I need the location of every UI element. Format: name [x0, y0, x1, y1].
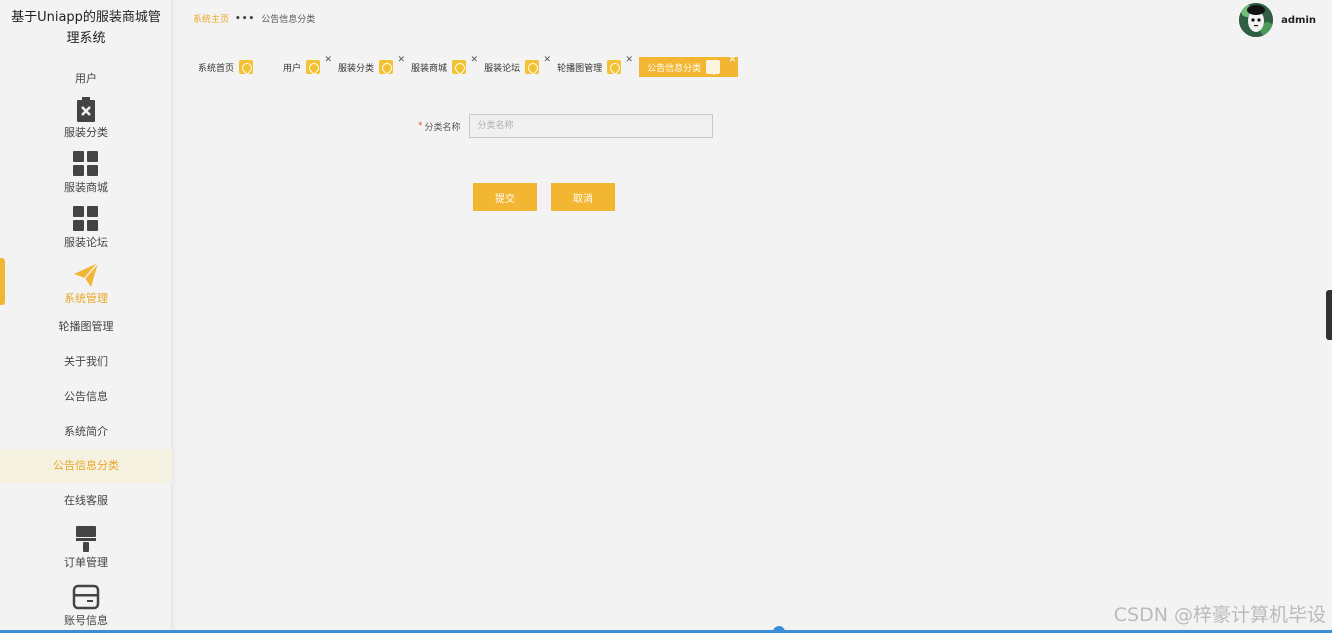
- sidebar-subitem-system-intro[interactable]: 系统简介: [0, 415, 172, 449]
- scrollbar[interactable]: [1326, 290, 1332, 340]
- tab-label: 用户: [283, 63, 302, 74]
- active-indicator: [0, 258, 5, 305]
- tab-clothing-category[interactable]: 服装分类 ✕: [330, 55, 405, 77]
- tab-label: 服装商城: [411, 63, 448, 74]
- app-title: 基于Uniapp的服装商城管理系统: [11, 10, 161, 46]
- watermark: CSDN @梓豪计算机毕设: [1113, 604, 1326, 626]
- category-name-label: 分类名称: [424, 122, 461, 133]
- tab-clothing-forum[interactable]: 服装论坛 ✕: [476, 55, 551, 77]
- tag-icon: [452, 60, 467, 74]
- tab-system-home[interactable]: 系统首页: [190, 57, 261, 77]
- category-name-input[interactable]: [468, 114, 713, 138]
- tab-label: 公告信息分类: [647, 63, 702, 74]
- sidebar-item-account-info[interactable]: 账号信息: [0, 583, 172, 628]
- tab-label: 系统首页: [198, 63, 235, 74]
- breadcrumb-home-link[interactable]: 系统主页: [193, 12, 229, 25]
- sidebar-item-system-management[interactable]: 系统管理: [0, 258, 172, 308]
- sidebar-subitem-announcements[interactable]: 公告信息: [0, 380, 172, 414]
- sidebar-item-users[interactable]: 用户: [0, 70, 172, 86]
- sidebar-item-label: 服装商城: [64, 181, 108, 194]
- tab-bar: 系统首页 用户 ✕ 服装分类 ✕ 服装商城 ✕ 服装论坛 ✕ 轮播图管理 ✕ 公…: [190, 55, 740, 78]
- breadcrumb: 系统主页 ••• 公告信息分类: [193, 12, 316, 26]
- tab-announcement-category[interactable]: 公告信息分类 ✕: [639, 55, 739, 77]
- tag-icon: [706, 60, 721, 74]
- avatar[interactable]: [1239, 3, 1274, 37]
- close-icon[interactable]: ✕: [626, 55, 634, 65]
- sidebar-item-clothing-forum[interactable]: 服装论坛: [0, 205, 172, 250]
- avatar-image: [1239, 3, 1274, 37]
- tag-icon: [525, 60, 540, 74]
- tag-icon: [239, 60, 254, 74]
- grid-icon: [73, 206, 98, 231]
- sidebar-item-clothing-category[interactable]: 服装分类: [0, 95, 172, 140]
- clipboard-x-icon: [77, 97, 95, 122]
- sidebar-item-label: 系统管理: [64, 292, 108, 305]
- breadcrumb-current: 公告信息分类: [261, 15, 316, 25]
- cancel-button[interactable]: 取消: [551, 183, 615, 211]
- tab-label: 轮播图管理: [557, 63, 603, 74]
- sidebar-item-label: 服装论坛: [64, 236, 108, 249]
- brush-icon: [76, 526, 96, 552]
- tag-icon: [306, 60, 321, 74]
- tab-label: 服装分类: [338, 63, 375, 74]
- sidebar-item-order-management[interactable]: 订单管理: [0, 525, 172, 570]
- paper-plane-icon: [74, 262, 99, 287]
- sidebar-item-label: 订单管理: [64, 556, 108, 569]
- sidebar-item-label: 账号信息: [64, 614, 108, 627]
- tab-carousel-management[interactable]: 轮播图管理 ✕: [549, 55, 633, 77]
- username[interactable]: admin: [1281, 15, 1316, 26]
- sidebar-subitem-announcement-category[interactable]: 公告信息分类: [0, 449, 172, 483]
- tag-icon: [379, 60, 394, 74]
- sidebar-item-label: 服装分类: [64, 126, 108, 139]
- card-icon: [72, 584, 100, 610]
- close-icon[interactable]: ✕: [729, 55, 737, 65]
- sidebar-subitem-carousel[interactable]: 轮播图管理: [0, 310, 172, 344]
- required-mark: *: [418, 121, 423, 131]
- sidebar-subitem-online-service[interactable]: 在线客服: [0, 484, 172, 518]
- sidebar-item-clothing-mall[interactable]: 服装商城: [0, 150, 172, 195]
- tab-users[interactable]: 用户 ✕: [275, 55, 332, 77]
- progress-handle[interactable]: [773, 626, 785, 633]
- user-menu[interactable]: admin: [1239, 3, 1316, 37]
- tab-clothing-mall[interactable]: 服装商城 ✕: [403, 55, 478, 77]
- sidebar-subitem-about-us[interactable]: 关于我们: [0, 345, 172, 379]
- category-name-row: * 分类名称: [418, 114, 713, 138]
- sidebar-item-label: 用户: [75, 72, 97, 85]
- sidebar: 基于Uniapp的服装商城管理系统 用户 服装分类 服装商城 服装论坛 系统管理…: [0, 0, 172, 633]
- tag-icon: [607, 60, 622, 74]
- breadcrumb-separator: •••: [235, 13, 256, 24]
- submit-button[interactable]: 提交: [473, 183, 537, 211]
- tab-label: 服装论坛: [484, 63, 521, 74]
- grid-icon: [73, 151, 98, 176]
